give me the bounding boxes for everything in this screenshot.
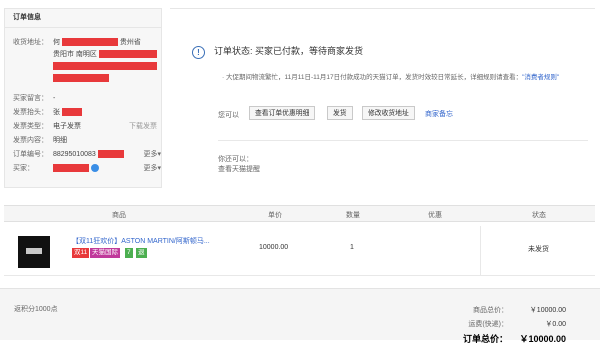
invoice-type-row: 发票类型： 电子发票 下载发票 — [13, 121, 161, 133]
address-label: 收货地址： — [13, 39, 48, 46]
wangwang-icon[interactable] — [90, 164, 99, 173]
col-qty: 数量 — [346, 212, 360, 219]
redacted-block — [52, 74, 109, 83]
col-status: 状态 — [532, 212, 546, 219]
invoice-type-value: 电子发票 — [52, 123, 81, 130]
goods-total-value: ￥10000.00 — [529, 307, 566, 314]
invoice-type-label: 发票类型： — [13, 123, 48, 130]
order-summary-footer: 返积分1000点 商品总价： ￥10000.00 运费(快递)： ￥0.00 订… — [0, 288, 600, 344]
more-link[interactable]: 更多▾ — [143, 149, 161, 161]
address-value-2: 贵州省 — [119, 39, 141, 46]
invoice-content-label: 发票内容： — [13, 137, 48, 144]
redacted-block — [61, 108, 82, 117]
message-label: 买家留言： — [13, 95, 48, 102]
address-row-2: 贵阳市 南明区 — [13, 49, 161, 61]
redacted-block — [97, 150, 124, 159]
col-discount: 优惠 — [428, 212, 442, 219]
product-image[interactable] — [18, 236, 50, 268]
buyer-label: 买家： — [13, 165, 34, 172]
unit-price: 10000.00 — [259, 244, 289, 251]
table-header: 商品 单价 数量 优惠 状态 — [4, 205, 595, 222]
goods-total-label: 商品总价： — [473, 307, 508, 314]
invoice-content-row: 发票内容： 明细 — [13, 135, 161, 147]
table-row: 【双11狂欢价】ASTON MARTIN/阿斯顿马... 双11 天猫国际 7 … — [4, 226, 595, 276]
shipping-value: ￥0.00 — [545, 321, 566, 328]
product-title-link[interactable]: 【双11狂欢价】ASTON MARTIN/阿斯顿马... — [72, 236, 210, 246]
order-status-title: 订单状态: 买家已付款，等待商家发货 — [214, 46, 364, 56]
consumer-rules-link[interactable]: "消费者规则" — [522, 74, 559, 81]
return-badge: 退 — [136, 248, 147, 258]
double11-badge: 双11 — [72, 248, 90, 258]
order-info-header: 订单信息 — [5, 9, 161, 28]
order-number-label: 订单编号： — [13, 151, 48, 158]
col-price: 单价 — [268, 212, 282, 219]
order-number-value: 88295010083 — [52, 151, 96, 158]
redacted-block — [61, 38, 118, 47]
info-icon: ! — [192, 46, 205, 59]
ship-button[interactable]: 发货 — [327, 106, 353, 120]
address-row-4 — [13, 73, 161, 85]
tmall-global-badge: 天猫国际 — [90, 248, 120, 258]
invoice-content-value: 明细 — [52, 137, 67, 144]
address-value-1: 何 — [52, 39, 60, 46]
redacted-block — [52, 164, 89, 173]
seven-day-badge: 7 — [125, 248, 133, 258]
buyer-row: 买家： 更多▾ — [13, 163, 161, 175]
ops-label: 您可以 — [218, 112, 239, 119]
address-row: 收货地址： 何 贵州省 — [13, 37, 161, 49]
chevron-down-icon: ▾ — [157, 165, 161, 172]
quantity: 1 — [350, 244, 354, 251]
item-status: 未发货 — [528, 246, 549, 253]
tmall-remind-link[interactable]: 查看天猫提醒 — [218, 164, 260, 174]
divider — [218, 140, 588, 141]
message-row: 买家留言： - — [13, 93, 161, 105]
col-goods: 商品 — [112, 212, 126, 219]
message-value: - — [52, 95, 56, 102]
points-text: 返积分1000点 — [14, 306, 58, 313]
order-number-row: 订单编号： 88295010083 更多▾ — [13, 149, 161, 161]
redacted-block — [52, 62, 157, 71]
more-link[interactable]: 更多▾ — [143, 163, 161, 175]
download-invoice-link[interactable]: 下载发票 — [129, 121, 157, 133]
shipping-label: 运费(快递)： — [468, 321, 508, 328]
merchant-memo-link[interactable]: 商家备忘 — [425, 109, 453, 119]
invoice-head-row: 发票抬头： 张 — [13, 107, 161, 119]
divider — [480, 226, 481, 276]
modify-address-button[interactable]: 修改收货地址 — [362, 106, 415, 120]
also-label: 你还可以： — [218, 156, 253, 163]
chevron-down-icon: ▾ — [157, 151, 161, 158]
view-discount-detail-button[interactable]: 查看订单优惠明细 — [249, 106, 316, 120]
address-row-3 — [13, 61, 161, 73]
invoice-head-label: 发票抬头： — [13, 109, 48, 116]
invoice-head-value: 张 — [52, 109, 60, 116]
shipping-notice: · 大促期间物流繁忙，11月11日-11月17日付款成功的天猫订单，发货时效较日… — [222, 74, 560, 81]
redacted-block — [98, 50, 157, 59]
order-info-panel: 订单信息 收货地址： 何 贵州省 贵阳市 南明区 买家留言： - 发票抬头： 张… — [4, 8, 162, 188]
address-value-3: 贵阳市 南明区 — [52, 51, 97, 58]
